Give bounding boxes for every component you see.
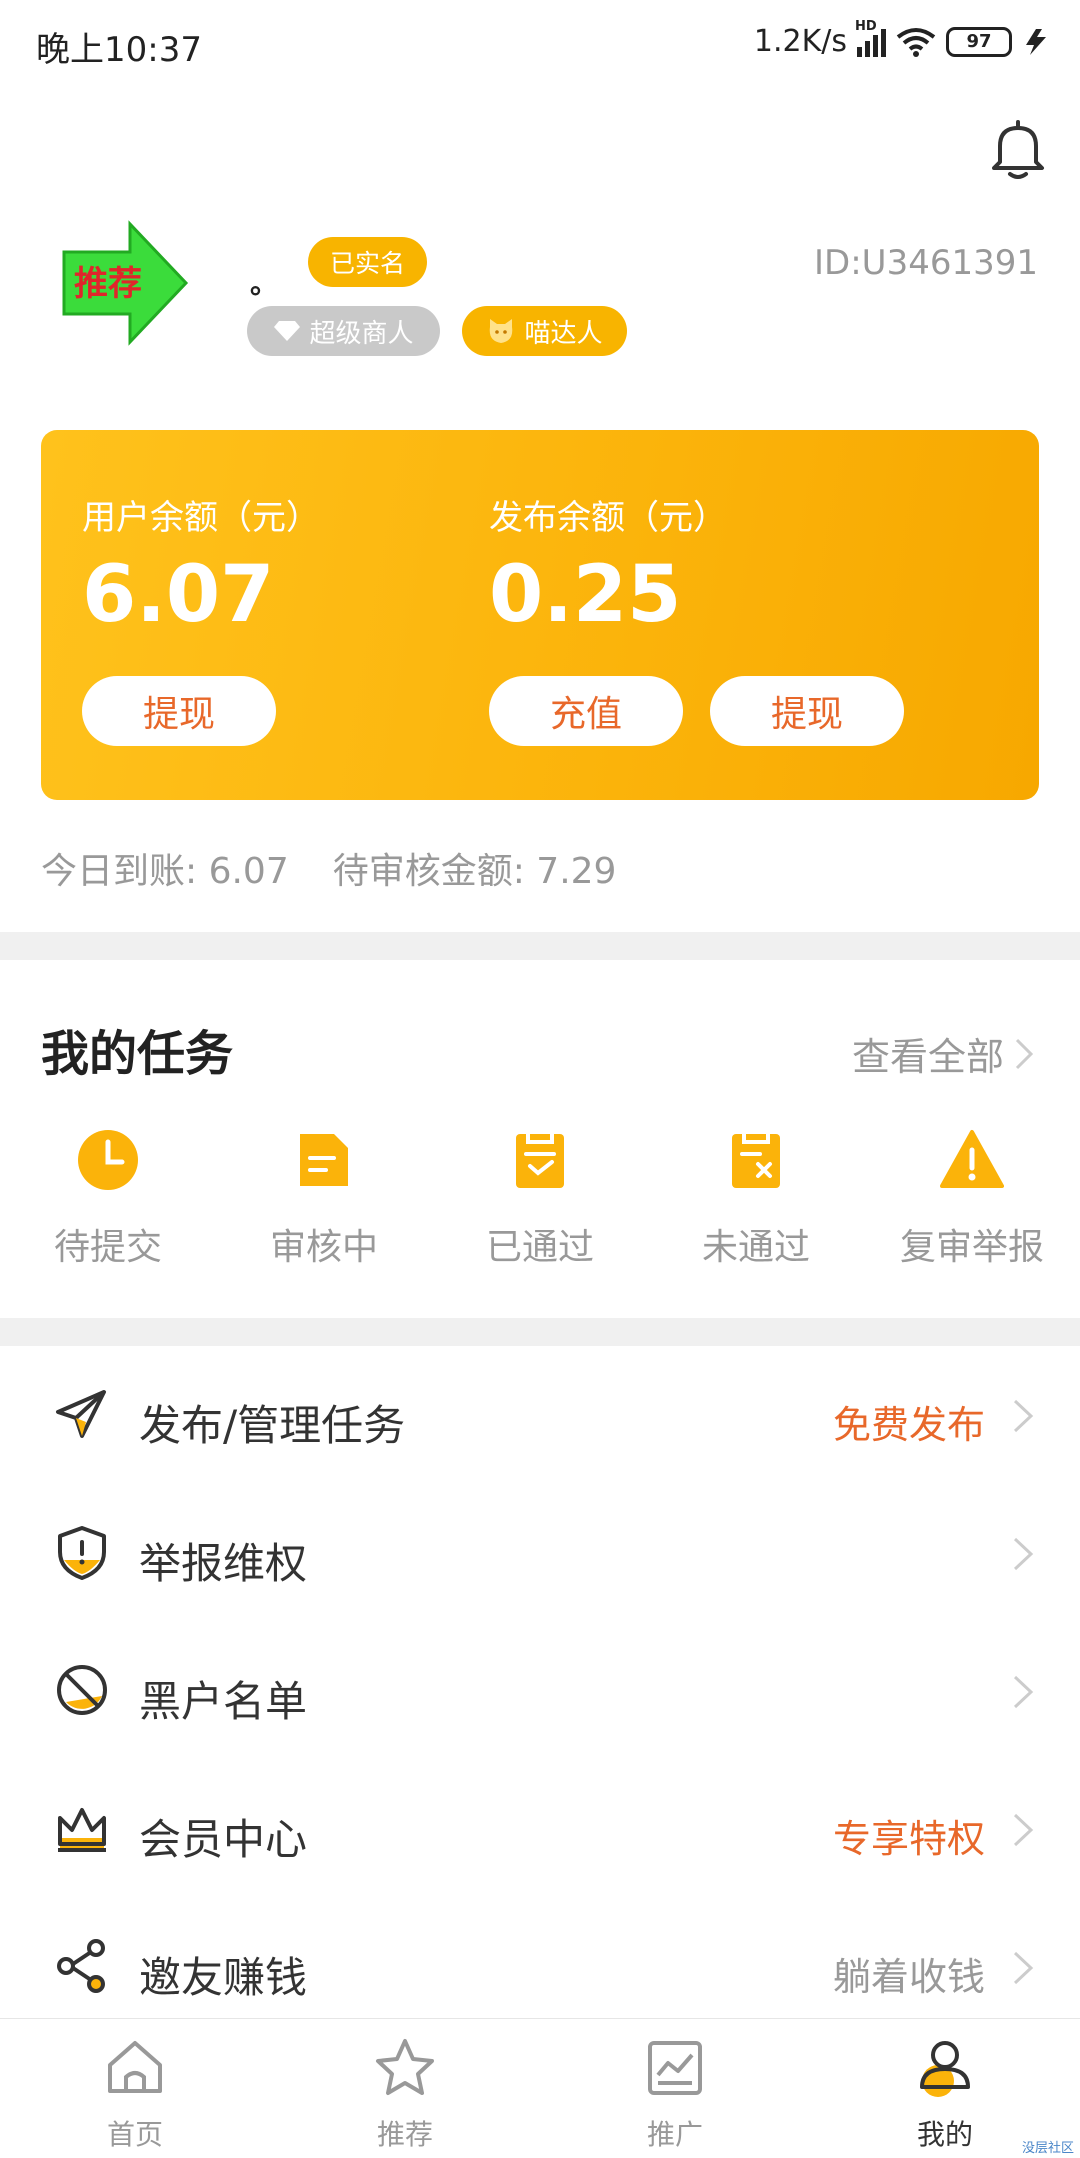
withdraw-publish-button[interactable]: 提现 (710, 676, 904, 746)
withdraw-user-button[interactable]: 提现 (82, 676, 276, 746)
menu-member-center[interactable]: 会员中心 专享特权 (0, 1760, 1080, 1898)
chevron-right-icon (1013, 1675, 1034, 1709)
view-all-label: 查看全部 (851, 1035, 1004, 1079)
task-reviewing[interactable]: 审核中 (216, 1128, 432, 1270)
diamond-icon (274, 321, 301, 341)
task-label: 审核中 (269, 1227, 378, 1268)
menu-label: 黑户名单 (139, 1677, 308, 1726)
status-indicators: 1.2K/s HD 97 (753, 19, 1050, 59)
menu-publish-manage[interactable]: 发布/管理任务 免费发布 (0, 1346, 1080, 1484)
document-icon (300, 1134, 348, 1186)
warning-icon (940, 1130, 1004, 1188)
tab-home[interactable]: 首页 (45, 2037, 225, 2153)
avatar-text: 推荐 (74, 264, 142, 304)
nickname[interactable]: 。 (250, 262, 278, 302)
clock-icon (78, 1130, 138, 1190)
recharge-button[interactable]: 充值 (489, 676, 683, 746)
merchant-badge-label: 超级商人 (309, 318, 414, 349)
today-arrival: 今日到账: 6.07 (41, 851, 289, 892)
task-pending-submit[interactable]: 待提交 (0, 1128, 216, 1270)
cat-icon (490, 319, 513, 343)
chevron-right-icon (1013, 1813, 1034, 1847)
tab-promote[interactable]: 推广 (585, 2037, 765, 2153)
signal-icon: HD (855, 19, 886, 57)
tab-label: 推广 (646, 2118, 703, 2151)
view-all-link[interactable]: 查看全部 (852, 1026, 1034, 1081)
menu-blacklist[interactable]: 黑户名单 (0, 1622, 1080, 1760)
chevron-right-icon (1013, 1537, 1034, 1571)
home-icon (108, 2041, 162, 2093)
bottom-tab-bar: 首页 推荐 推广 我的 没层社区 (0, 2018, 1080, 2158)
menu-invite-earn[interactable]: 邀友赚钱 躺着收钱 (0, 1898, 1080, 2036)
network-speed: 1.2K/s (753, 24, 847, 59)
menu-label: 会员中心 (139, 1815, 308, 1864)
verified-badge: 已实名 (308, 237, 428, 287)
hd-tag: HD (855, 18, 877, 34)
chevron-right-icon (1013, 1399, 1034, 1433)
battery-icon: 97 (946, 26, 1012, 57)
watermark: 没层社区 (1021, 2141, 1074, 2156)
pending-amount: 待审核金额: 7.29 (332, 851, 617, 892)
chevron-right-icon (1015, 1038, 1034, 1069)
task-label: 复审举报 (899, 1227, 1044, 1268)
shield-alert-icon (58, 1526, 106, 1580)
publish-balance-value: 0.25 (489, 550, 682, 640)
meow-badge-label: 喵达人 (524, 318, 603, 349)
avatar[interactable]: 推荐 (60, 218, 190, 348)
balance-summary: 今日到账: 6.07 待审核金额: 7.29 (41, 842, 616, 894)
task-recheck-report[interactable]: 复审举报 (864, 1128, 1080, 1270)
publish-balance-label: 发布余额（元） (489, 498, 727, 538)
menu-report-rights[interactable]: 举报维权 (0, 1484, 1080, 1622)
task-label: 未通过 (701, 1227, 810, 1268)
clipboard-check-icon (516, 1134, 564, 1188)
task-label: 已通过 (485, 1227, 594, 1268)
tab-mine[interactable]: 我的 (855, 2037, 1035, 2153)
task-rejected[interactable]: 未通过 (648, 1128, 864, 1270)
task-approved[interactable]: 已通过 (432, 1128, 648, 1270)
meow-badge[interactable]: 喵达人 (462, 306, 627, 356)
user-balance-label: 用户余额（元） (82, 498, 320, 538)
menu-label: 举报维权 (139, 1539, 308, 1588)
paper-plane-icon (56, 1390, 106, 1438)
tab-recommend[interactable]: 推荐 (315, 2037, 495, 2153)
menu-hint: 躺着收钱 (832, 1955, 985, 1999)
share-icon (57, 1939, 105, 1993)
user-id: ID:U3461391 (814, 243, 1038, 283)
section-divider (0, 932, 1080, 960)
task-label: 待提交 (53, 1227, 162, 1268)
crown-icon (58, 1808, 106, 1852)
battery-level: 97 (966, 31, 992, 52)
tab-label: 推荐 (376, 2118, 433, 2151)
tab-label: 首页 (106, 2118, 163, 2151)
merchant-badge[interactable]: 超级商人 (247, 306, 440, 356)
menu-label: 邀友赚钱 (139, 1953, 308, 2002)
ban-icon (57, 1665, 107, 1715)
tab-label: 我的 (916, 2118, 973, 2151)
bell-icon[interactable] (988, 118, 1048, 180)
balance-card: 用户余额（元） 6.07 提现 发布余额（元） 0.25 充值 提现 (41, 430, 1039, 800)
chevron-right-icon (1013, 1951, 1034, 1985)
clipboard-x-icon (732, 1134, 780, 1188)
status-time: 晚上10:37 (36, 30, 202, 70)
menu-hint: 免费发布 (832, 1403, 985, 1447)
my-tasks-title: 我的任务 (41, 1026, 234, 1082)
section-divider (0, 1318, 1080, 1346)
status-bar: 晚上10:37 1.2K/s HD 97 (0, 0, 1080, 92)
user-balance-value: 6.07 (82, 550, 275, 640)
charging-icon (1026, 28, 1046, 55)
menu-hint: 专享特权 (832, 1817, 985, 1861)
user-icon (920, 2041, 970, 2097)
wifi-icon (896, 27, 936, 57)
menu-label: 发布/管理任务 (139, 1401, 406, 1450)
chart-icon (648, 2041, 702, 2095)
star-icon (376, 2039, 434, 2095)
